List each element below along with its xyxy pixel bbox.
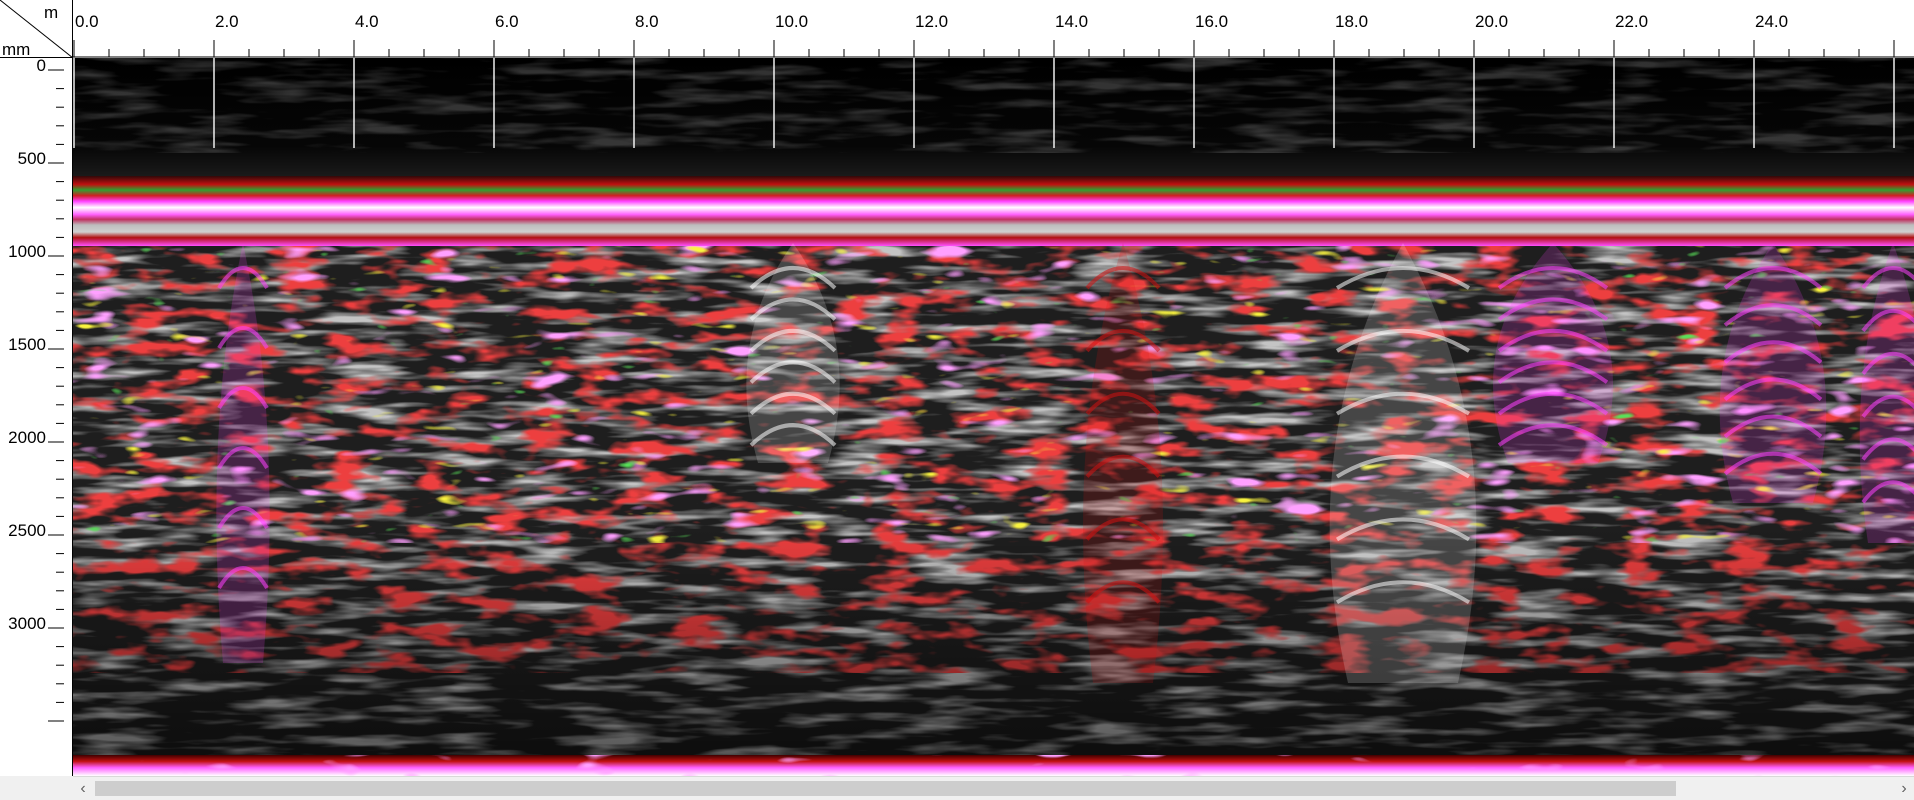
air-noise bbox=[73, 58, 1914, 153]
y-tick-label: 2000 bbox=[8, 428, 46, 447]
y-tick-label: 1000 bbox=[8, 242, 46, 261]
scroll-left-arrow-icon[interactable]: ‹ bbox=[73, 777, 93, 800]
x-tick-label: 20.0 bbox=[1475, 12, 1508, 31]
x-tick-label: 8.0 bbox=[635, 12, 659, 31]
y-tick-label: 500 bbox=[18, 149, 46, 168]
depth-ruler: 0 500 1000 1500 2000 2500 3000 bbox=[0, 56, 73, 776]
distance-ruler: 0.0 2.0 4.0 6.0 8.0 10.0 12.0 14.0 16.0 18.0 20.0 2… bbox=[73, 0, 1914, 58]
scrollbar-corner bbox=[0, 776, 73, 800]
x-tick-label: 12.0 bbox=[915, 12, 948, 31]
scrollbar-thumb[interactable] bbox=[95, 781, 1677, 796]
bottom-reflection-texture bbox=[73, 755, 1914, 776]
axis-unit-corner: m mm bbox=[0, 0, 73, 59]
x-tick-label: 2.0 bbox=[215, 12, 239, 31]
x-tick-label: 0.0 bbox=[75, 12, 99, 31]
y-tick-label: 0 bbox=[37, 58, 46, 75]
x-unit-label: m bbox=[44, 3, 59, 22]
x-tick-label: 18.0 bbox=[1335, 12, 1368, 31]
y-unit-label: mm bbox=[2, 40, 31, 59]
y-tick-label: 2500 bbox=[8, 521, 46, 540]
surface-reflection bbox=[73, 176, 1914, 246]
scroll-right-arrow-icon[interactable]: › bbox=[1894, 777, 1914, 800]
x-tick-label: 6.0 bbox=[495, 12, 519, 31]
y-tick-label: 3000 bbox=[8, 614, 46, 633]
radargram-image bbox=[73, 58, 1914, 776]
x-tick-label: 22.0 bbox=[1615, 12, 1648, 31]
depth-ruler-ticks: 0 500 1000 1500 2000 2500 3000 bbox=[8, 56, 64, 722]
distance-ruler-ticks: 0.0 2.0 4.0 6.0 8.0 10.0 12.0 14.0 16.0 18.0 20.0 2… bbox=[73, 12, 1914, 58]
x-tick-label: 24.0 bbox=[1755, 12, 1788, 31]
x-tick-label: 14.0 bbox=[1055, 12, 1088, 31]
y-tick-label: 1500 bbox=[8, 335, 46, 354]
depth-fade bbox=[73, 243, 1914, 755]
gpr-viewer: m mm 0.0 2.0 4.0 6.0 8.0 10.0 12.0 14.0 16.0 18.0… bbox=[0, 0, 1914, 800]
horizontal-scrollbar[interactable]: ‹ › bbox=[73, 776, 1914, 800]
x-tick-label: 10.0 bbox=[775, 12, 808, 31]
radargram-view[interactable] bbox=[73, 58, 1914, 776]
x-tick-label: 4.0 bbox=[355, 12, 379, 31]
x-tick-label: 16.0 bbox=[1195, 12, 1228, 31]
